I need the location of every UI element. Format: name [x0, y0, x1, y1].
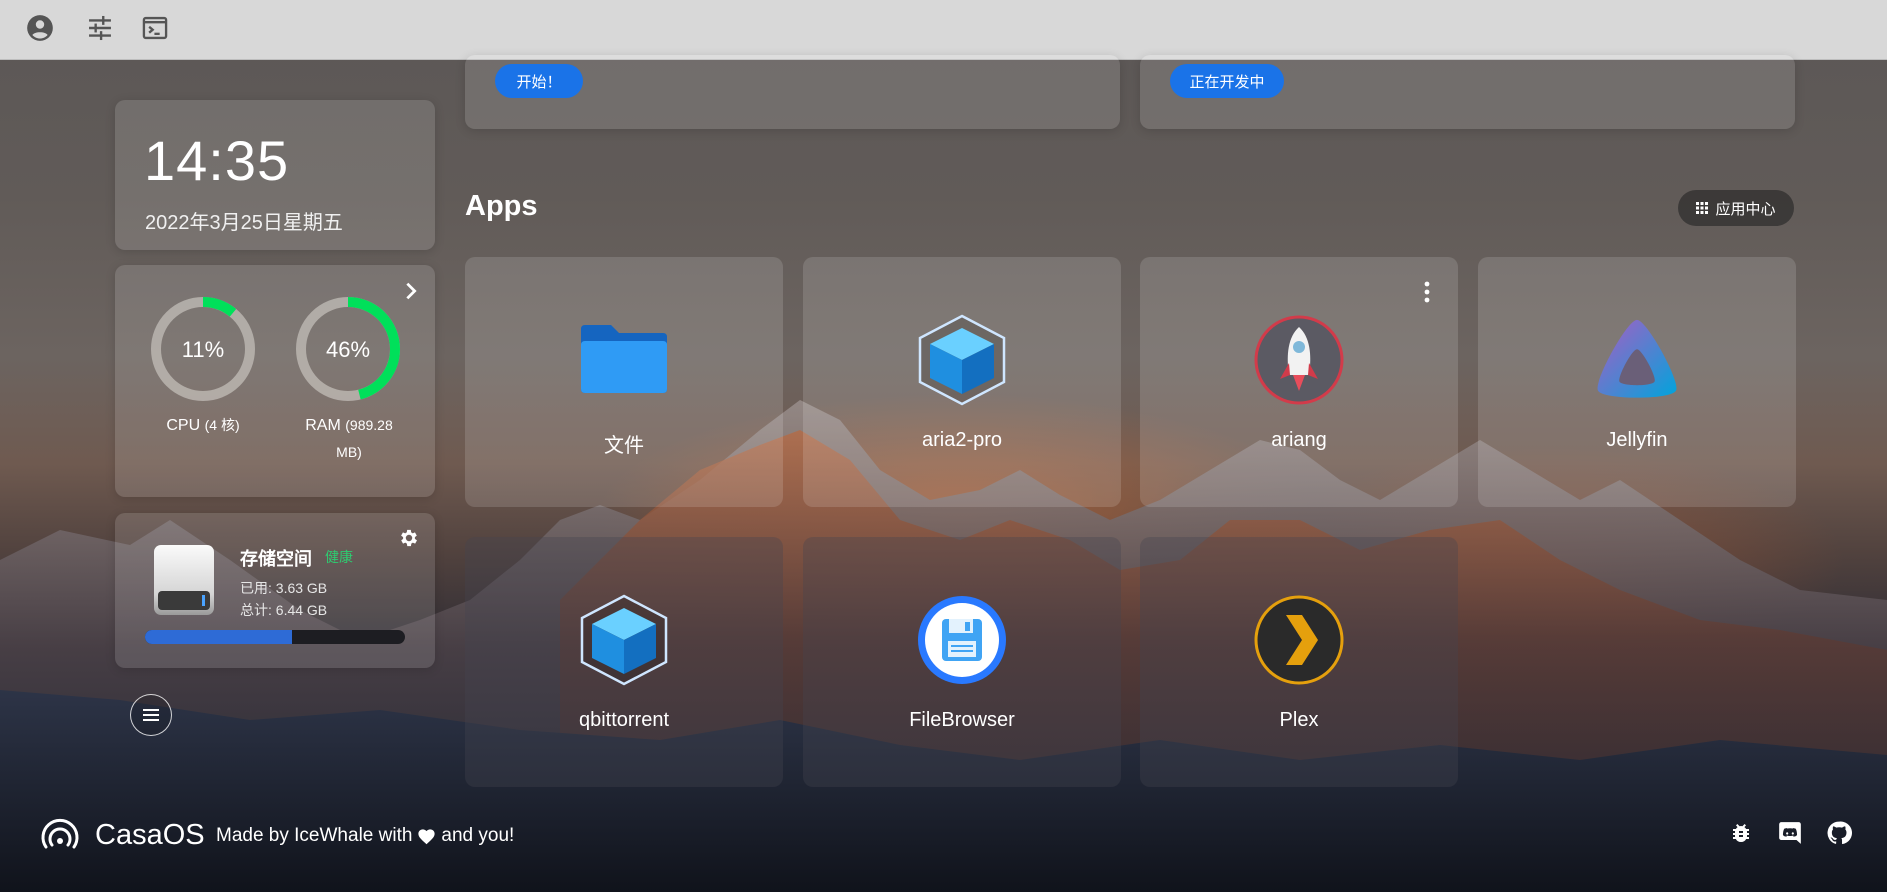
heart-icon [418, 828, 436, 844]
gear-icon[interactable] [398, 527, 420, 549]
ram-total: (989.28 MB) [336, 417, 393, 460]
rocket-icon [1254, 315, 1344, 405]
app-tile-jellyfin[interactable]: Jellyfin [1478, 257, 1796, 507]
app-tile-plex[interactable]: Plex [1140, 537, 1458, 787]
storage-progress-bar [145, 630, 405, 644]
ram-label-text: RAM [305, 417, 341, 434]
app-tile-aria2-pro[interactable]: aria2-pro [803, 257, 1121, 507]
hard-drive-icon [150, 543, 218, 617]
cpu-label-text: CPU [166, 417, 201, 434]
brand-name: CasaOS [95, 819, 205, 851]
app-tile-files[interactable]: 文件 [465, 257, 783, 507]
start-button[interactable]: 开始！ [495, 64, 583, 98]
cpu-percent: 11% [182, 337, 224, 362]
tagline-prefix: Made by IceWhale with [216, 825, 413, 846]
app-name: ariang [1271, 429, 1327, 451]
cpu-core-count: (4 核) [204, 417, 240, 433]
terminal-icon[interactable] [139, 12, 171, 44]
top-toolbar [0, 0, 1887, 60]
clock-time: 14:35 [144, 129, 290, 192]
in-development-button[interactable]: 正在开发中 [1170, 64, 1284, 98]
storage-total: 总计: 6.44 GB [240, 602, 328, 618]
plex-chevron-icon [1254, 595, 1344, 685]
bug-icon[interactable] [1726, 818, 1756, 848]
storage-status-badge: 健康 [325, 549, 353, 565]
app-name: Plex [1279, 709, 1319, 731]
casaos-logo-icon [40, 815, 80, 855]
menu-icon [143, 709, 159, 721]
grid-icon [1696, 202, 1709, 214]
app-name: aria2-pro [921, 429, 1003, 451]
folder-icon [579, 315, 669, 405]
storage-progress-fill [145, 630, 292, 644]
more-vertical-icon[interactable] [1422, 281, 1432, 303]
cpu-label: CPU (4 核) [140, 412, 266, 439]
storage-title: 存储空间 [240, 549, 312, 569]
app-name: 文件 [604, 435, 644, 457]
cube-icon [917, 314, 1007, 406]
apps-section-title: Apps [465, 190, 538, 222]
discord-icon[interactable] [1775, 818, 1805, 848]
footer-tagline: Made by IceWhale with and you! [216, 825, 514, 847]
github-icon[interactable] [1824, 818, 1854, 848]
app-tile-ariang[interactable]: ariang [1140, 257, 1458, 507]
in-development-card: 正在开发中 [1140, 55, 1795, 129]
account-circle-icon[interactable] [24, 12, 56, 44]
ram-label: RAM (989.28 MB) [293, 412, 405, 466]
cube-icon [579, 594, 669, 686]
app-center-label: 应用中心 [1715, 200, 1776, 218]
storage-used: 已用: 3.63 GB [240, 580, 328, 596]
tune-sliders-icon[interactable] [84, 12, 116, 44]
jellyfin-icon [1592, 315, 1682, 405]
menu-button[interactable] [130, 694, 172, 736]
ram-percent: 46% [326, 337, 370, 362]
tagline-suffix: and you! [441, 825, 515, 846]
app-name: FileBrowser [909, 709, 1015, 731]
app-name: qbittorrent [578, 709, 670, 731]
floppy-disk-icon [917, 595, 1007, 685]
app-tile-filebrowser[interactable]: FileBrowser [803, 537, 1121, 787]
app-center-button[interactable]: 应用中心 [1678, 190, 1794, 226]
app-tile-qbittorrent[interactable]: qbittorrent [465, 537, 783, 787]
getting-started-card: 开始！ [465, 55, 1120, 129]
cpu-gauge: 11% [151, 297, 255, 401]
app-name: Jellyfin [1606, 429, 1668, 451]
clock-date: 2022年3月25日星期五 [145, 212, 343, 234]
ram-gauge: 46% [296, 297, 400, 401]
